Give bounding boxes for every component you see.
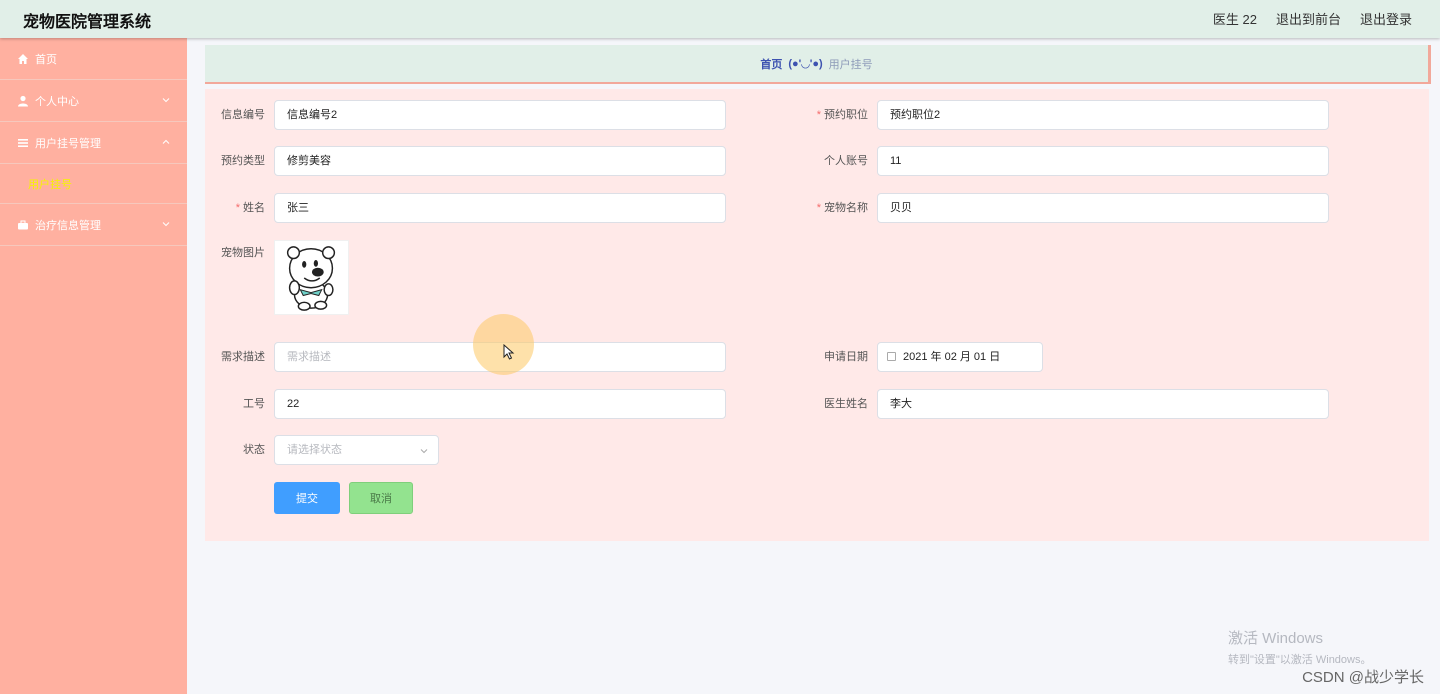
account-label: 个人账号	[824, 155, 868, 167]
status-select[interactable]: 请选择状态	[274, 435, 439, 465]
staff-no-input[interactable]: 22	[274, 389, 726, 419]
account-input[interactable]: 11	[877, 146, 1329, 176]
chevron-down-icon	[162, 222, 170, 227]
sidebar: 首页 个人中心 用户挂号管理 用户挂号 治疗信息管理	[0, 38, 187, 694]
sidebar-item-home[interactable]: 首页	[0, 38, 187, 80]
bear-cartoon-image	[286, 246, 336, 311]
needs-label: 需求描述	[221, 351, 265, 363]
sidebar-item-label: 个人中心	[35, 95, 79, 108]
logout-link[interactable]: 退出登录	[1360, 9, 1412, 28]
breadcrumb-separator: (●'◡'●)	[788, 58, 823, 70]
sidebar-item-profile[interactable]: 个人中心	[0, 80, 187, 122]
required-mark: *	[235, 202, 240, 214]
appt-type-input[interactable]: 修剪美容	[274, 146, 726, 176]
chevron-down-icon	[420, 449, 428, 454]
csdn-credit: CSDN @战少学长	[1302, 669, 1424, 686]
name-label: * 姓名	[235, 202, 265, 214]
name-input[interactable]: 张三	[274, 193, 726, 223]
sidebar-subitem-user-registration[interactable]: 用户挂号	[0, 164, 187, 204]
staff-no-label: 工号	[243, 398, 265, 410]
breadcrumb: 首页 (●'◡'●) 用户挂号	[205, 45, 1431, 84]
appt-type-label: 预约类型	[221, 155, 265, 167]
watermark-subtitle: 转到"设置"以激活 Windows。	[1228, 654, 1372, 666]
breadcrumb-home[interactable]: 首页	[760, 56, 782, 72]
required-mark: *	[816, 109, 821, 121]
watermark-title: 激活 Windows	[1228, 630, 1324, 647]
app-title: 宠物医院管理系统	[23, 14, 152, 31]
required-mark: *	[816, 202, 821, 214]
doctor-name-label: 医生姓名	[824, 398, 868, 410]
home-icon	[18, 53, 28, 64]
back-to-front-link[interactable]: 退出到前台	[1276, 9, 1341, 28]
sidebar-item-label: 用户挂号管理	[35, 137, 101, 150]
sidebar-item-registration-mgmt[interactable]: 用户挂号管理	[0, 122, 187, 164]
apply-date-picker[interactable]: 2021 年 02 月 01 日	[877, 342, 1043, 372]
cancel-button[interactable]: 取消	[349, 482, 413, 514]
chevron-up-icon	[162, 139, 170, 144]
mouse-cursor-icon	[503, 344, 515, 360]
info-no-input[interactable]: 信息编号2	[274, 100, 726, 130]
pet-name-label: * 宠物名称	[816, 202, 868, 214]
doctor-name-input[interactable]: 李大	[877, 389, 1329, 419]
position-input[interactable]: 预约职位2	[877, 100, 1329, 130]
chevron-down-icon	[162, 98, 170, 103]
apply-date-label: 申请日期	[824, 351, 868, 363]
apply-date-value: 2021 年 02 月 01 日	[903, 351, 1001, 363]
user-icon	[18, 95, 28, 106]
briefcase-icon	[18, 220, 28, 229]
list-icon	[18, 138, 28, 147]
top-links: 医生 22 退出到前台 退出登录	[1213, 9, 1412, 28]
sidebar-item-label: 首页	[35, 53, 57, 66]
pet-name-input[interactable]: 贝贝	[877, 193, 1329, 223]
sidebar-item-label: 治疗信息管理	[35, 219, 101, 232]
position-label: * 预约职位	[816, 109, 868, 121]
registration-form: 信息编号 信息编号2 * 预约职位 预约职位2 预约类型 修剪美容 个人账号 11…	[205, 89, 1429, 541]
pet-image-label: 宠物图片	[221, 247, 265, 259]
pet-photo[interactable]	[274, 240, 349, 315]
breadcrumb-current: 用户挂号	[828, 58, 873, 71]
info-no-label: 信息编号	[221, 109, 265, 121]
status-label: 状态	[243, 444, 265, 456]
submit-button[interactable]: 提交	[274, 482, 340, 514]
windows-activation-watermark: 激活 Windows 转到"设置"以激活 Windows。	[1228, 627, 1372, 667]
current-user-label: 医生 22	[1212, 12, 1257, 27]
sidebar-item-treatment-mgmt[interactable]: 治疗信息管理	[0, 204, 187, 246]
calendar-icon	[887, 352, 896, 361]
status-placeholder: 请选择状态	[287, 444, 342, 456]
top-bar: 宠物医院管理系统 医生 22 退出到前台 退出登录	[0, 0, 1440, 38]
